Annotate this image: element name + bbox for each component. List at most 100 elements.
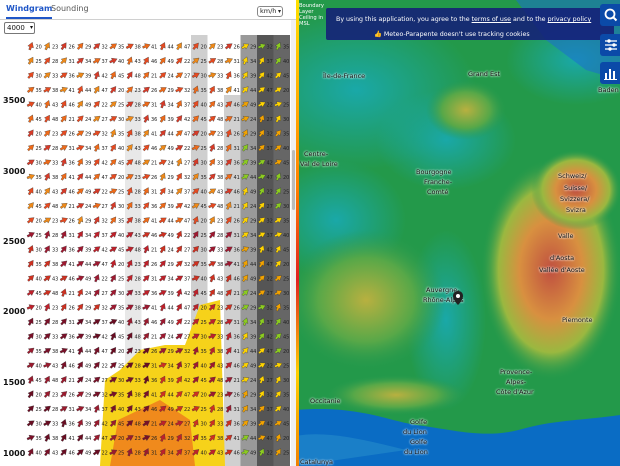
wind-speed: 43 xyxy=(217,451,223,457)
search-button[interactable] xyxy=(600,4,620,26)
wind-speed: 39 xyxy=(250,74,256,80)
wind-speed: 21 xyxy=(151,161,157,167)
wind-arrow-icon xyxy=(93,158,100,167)
wind-arrow-icon xyxy=(175,130,183,137)
wind-speed: 30 xyxy=(201,422,207,428)
wind-arrow-icon xyxy=(27,71,34,79)
wind-speed: 29 xyxy=(168,88,174,94)
wind-speed: 45 xyxy=(118,74,124,80)
wind-speed: 37 xyxy=(184,103,190,109)
map-label: Baden xyxy=(598,86,619,94)
map-label: Svizzera/ xyxy=(560,195,590,203)
wind-speed: 21 xyxy=(234,204,240,210)
wind-speed: 38 xyxy=(135,219,141,225)
wind-speed: 25 xyxy=(283,190,289,196)
wind-arrow-icon xyxy=(208,246,216,253)
wind-speed: 30 xyxy=(201,161,207,167)
scrollbar-thumb[interactable] xyxy=(292,150,295,210)
privacy-link[interactable]: privacy policy xyxy=(548,16,592,23)
wind-speed: 42 xyxy=(184,378,190,384)
wind-speed: 34 xyxy=(250,407,256,413)
wind-speed: 38 xyxy=(217,436,223,442)
wind-speed: 42 xyxy=(102,161,108,167)
wind-speed: 22 xyxy=(267,364,273,370)
wind-speed: 20 xyxy=(201,132,207,138)
wind-speed: 20 xyxy=(118,262,124,268)
wind-speed: 34 xyxy=(85,233,91,239)
wind-speed: 25 xyxy=(36,146,42,152)
wind-speed: 26 xyxy=(234,219,240,225)
wind-speed: 44 xyxy=(85,349,91,355)
wind-arrow-icon xyxy=(159,202,167,210)
wind-arrow-icon xyxy=(43,405,51,412)
wind-arrow-icon xyxy=(142,71,150,79)
wind-arrow-icon xyxy=(27,347,35,355)
altitude-select[interactable]: 4000 ▾ xyxy=(4,22,35,34)
wind-arrow-icon xyxy=(59,145,68,151)
wind-speed: 34 xyxy=(168,364,174,370)
wind-speed: 35 xyxy=(201,262,207,268)
wind-arrow-icon xyxy=(43,202,51,210)
tab-windgram[interactable]: Windgram xyxy=(6,4,53,19)
wind-arrow-icon xyxy=(143,317,149,326)
wind-arrow-icon xyxy=(43,348,52,354)
wind-speed: 21 xyxy=(69,291,75,297)
wind-speed: 48 xyxy=(217,117,223,123)
chart-button[interactable] xyxy=(600,62,620,84)
wind-arrow-icon xyxy=(142,332,150,340)
windgram-panel: 3500 3000 2500 2000 1500 1000 20 23 26 29 32 35 38 41… xyxy=(0,0,296,466)
wind-speed: 31 xyxy=(151,364,157,370)
wind-speed: 44 xyxy=(85,436,91,442)
wind-arrow-icon xyxy=(176,42,182,51)
wind-speed: 37 xyxy=(267,407,273,413)
wind-speed: 44 xyxy=(168,393,174,399)
wind-speed: 29 xyxy=(168,436,174,442)
wind-speed: 26 xyxy=(69,306,75,312)
wind-arrow-icon xyxy=(110,347,117,355)
wind-speed: 32 xyxy=(102,45,108,51)
wind-speed: 31 xyxy=(151,190,157,196)
wind-speed: 40 xyxy=(36,451,42,457)
wind-speed: 23 xyxy=(217,45,223,51)
wind-speed: 33 xyxy=(52,161,58,167)
wind-speed: 44 xyxy=(250,436,256,442)
wind-speed: 24 xyxy=(85,291,91,297)
wind-speed: 25 xyxy=(118,277,124,283)
map-label: Comté xyxy=(427,188,449,196)
wind-speed: 24 xyxy=(85,117,91,123)
map-label: Côte d'Azur xyxy=(496,388,534,396)
wind-arrow-icon xyxy=(60,172,67,181)
settings-sliders-button[interactable] xyxy=(600,34,620,56)
wind-speed: 28 xyxy=(217,233,223,239)
terms-link[interactable]: terms of use xyxy=(472,16,511,23)
wind-arrow-icon xyxy=(143,56,149,65)
wind-speed: 29 xyxy=(250,306,256,312)
wind-speed: 47 xyxy=(267,436,273,442)
wind-speed: 48 xyxy=(217,378,223,384)
wind-arrow-icon xyxy=(27,202,34,210)
tab-sounding[interactable]: Sounding xyxy=(51,4,89,13)
wind-speed: 46 xyxy=(234,103,240,109)
wind-speed: 46 xyxy=(151,59,157,65)
wind-speed: 30 xyxy=(118,204,124,210)
wind-arrow-icon xyxy=(176,288,183,297)
wind-arrow-icon xyxy=(27,144,35,152)
wind-arrow-icon xyxy=(76,245,84,253)
wind-speed: 45 xyxy=(201,291,207,297)
cookie-consent-banner: By using this application, you agree to … xyxy=(326,8,614,40)
wind-arrow-icon xyxy=(60,303,67,312)
map-view[interactable]: Boundary Layer Ceiling in MSL Île-de-Fra… xyxy=(296,0,620,466)
wind-speed: 28 xyxy=(217,407,223,413)
wind-speed: 34 xyxy=(85,407,91,413)
wind-arrow-icon xyxy=(110,332,116,341)
unit-select[interactable]: km/h ▾ xyxy=(257,6,283,17)
wind-speed: 35 xyxy=(283,219,289,225)
wind-speed: 36 xyxy=(234,74,240,80)
wind-arrow-icon xyxy=(92,449,101,456)
wind-speed: 28 xyxy=(217,59,223,65)
location-pin-icon[interactable] xyxy=(453,290,463,305)
wind-arrow-icon xyxy=(142,173,151,180)
wind-speed: 47 xyxy=(267,175,273,181)
wind-arrow-icon xyxy=(60,448,67,456)
wind-speed: 21 xyxy=(234,378,240,384)
